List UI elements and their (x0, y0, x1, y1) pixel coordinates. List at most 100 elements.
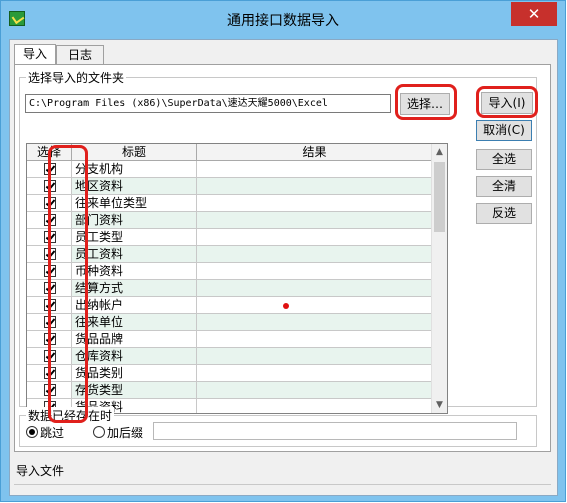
title-cell: 货品品牌 (72, 331, 197, 348)
title-cell: 出纳帐户 (72, 297, 197, 314)
status-bar: 导入文件 (14, 456, 551, 494)
table-row[interactable]: 存货类型 (27, 382, 432, 399)
select-cell (27, 178, 72, 195)
title-cell: 员工资料 (72, 246, 197, 263)
table-row[interactable]: 出纳帐户 (27, 297, 432, 314)
scroll-thumb[interactable] (434, 162, 445, 232)
suffix-input[interactable] (153, 422, 517, 440)
table-row[interactable]: 分支机构 (27, 161, 432, 178)
table-row[interactable]: 员工资料 (27, 246, 432, 263)
column-header-result[interactable]: 结果 (197, 144, 432, 161)
radio-skip[interactable] (26, 426, 38, 438)
row-checkbox[interactable] (44, 214, 56, 226)
result-cell (197, 212, 432, 229)
result-cell (197, 229, 432, 246)
import-items-grid: 选择 标题 结果 分支机构 地区资料 往来单位类型 部门资料 员工类型 员工资料 币种资料结… (26, 143, 448, 414)
radio-add-suffix-label: 加后缀 (107, 426, 144, 440)
select-cell (27, 263, 72, 280)
row-checkbox[interactable] (44, 316, 56, 328)
row-checkbox[interactable] (44, 180, 56, 192)
row-checkbox[interactable] (44, 265, 56, 277)
select-cell (27, 348, 72, 365)
clear-all-button[interactable]: 全清 (476, 176, 532, 197)
title-cell: 结算方式 (72, 280, 197, 297)
column-header-title[interactable]: 标题 (72, 144, 197, 161)
scroll-down-arrow-icon[interactable]: ▼ (432, 397, 447, 413)
tab-log[interactable]: 日志 (56, 45, 104, 65)
result-cell (197, 365, 432, 382)
row-checkbox[interactable] (44, 384, 56, 396)
row-checkbox[interactable] (44, 163, 56, 175)
result-cell (197, 348, 432, 365)
import-button[interactable]: 导入(I) (481, 92, 533, 114)
main-window: 通用接口数据导入 ✕ 导入 日志 选择导入的文件夹 C:\Program Fil… (0, 0, 566, 502)
select-cell (27, 195, 72, 212)
title-cell: 存货类型 (72, 382, 197, 399)
row-checkbox[interactable] (44, 248, 56, 260)
tab-import[interactable]: 导入 (14, 44, 56, 66)
title-cell: 仓库资料 (72, 348, 197, 365)
row-checkbox[interactable] (44, 282, 56, 294)
exists-group-label: 数据已经存在时 (26, 407, 115, 424)
table-row[interactable]: 结算方式 (27, 280, 432, 297)
window-title: 通用接口数据导入 (227, 13, 339, 29)
scroll-up-arrow-icon[interactable]: ▲ (432, 144, 447, 160)
title-cell: 往来单位 (72, 314, 197, 331)
row-checkbox[interactable] (44, 231, 56, 243)
grid-header: 选择 标题 结果 (27, 144, 432, 161)
title-cell: 部门资料 (72, 212, 197, 229)
select-cell (27, 314, 72, 331)
title-cell: 货品类别 (72, 365, 197, 382)
result-cell (197, 195, 432, 212)
title-cell: 币种资料 (72, 263, 197, 280)
select-cell (27, 382, 72, 399)
title-bar[interactable]: 通用接口数据导入 ✕ (1, 1, 565, 37)
select-cell (27, 246, 72, 263)
table-row[interactable]: 货品类别 (27, 365, 432, 382)
status-text: 导入文件 (16, 464, 65, 478)
select-cell (27, 229, 72, 246)
folder-path-input[interactable]: C:\Program Files (x86)\SuperData\速达天耀500… (25, 94, 391, 113)
invert-selection-button[interactable]: 反选 (476, 203, 532, 224)
table-row[interactable]: 币种资料 (27, 263, 432, 280)
title-cell: 地区资料 (72, 178, 197, 195)
radio-add-suffix[interactable] (93, 426, 105, 438)
result-cell (197, 331, 432, 348)
grid-vertical-scrollbar[interactable]: ▲ ▼ (431, 144, 447, 413)
choose-folder-button[interactable]: 选择… (400, 93, 450, 115)
row-checkbox[interactable] (44, 197, 56, 209)
table-row[interactable]: 往来单位类型 (27, 195, 432, 212)
row-checkbox[interactable] (44, 333, 56, 345)
table-row[interactable]: 往来单位 (27, 314, 432, 331)
radio-skip-label: 跳过 (40, 426, 65, 440)
table-row[interactable]: 仓库资料 (27, 348, 432, 365)
result-cell (197, 399, 432, 413)
column-header-select[interactable]: 选择 (27, 144, 72, 161)
select-cell (27, 365, 72, 382)
close-button[interactable]: ✕ (511, 2, 557, 26)
select-cell (27, 297, 72, 314)
cancel-button[interactable]: 取消(C) (476, 120, 532, 141)
row-checkbox[interactable] (44, 299, 56, 311)
table-row[interactable]: 货品品牌 (27, 331, 432, 348)
row-checkbox[interactable] (44, 367, 56, 379)
title-cell: 分支机构 (72, 161, 197, 178)
result-cell (197, 314, 432, 331)
result-cell (197, 297, 432, 314)
folder-group-label: 选择导入的文件夹 (26, 69, 127, 86)
title-cell: 往来单位类型 (72, 195, 197, 212)
table-row[interactable]: 员工类型 (27, 229, 432, 246)
select-all-button[interactable]: 全选 (476, 149, 532, 170)
select-cell (27, 280, 72, 297)
title-cell: 员工类型 (72, 229, 197, 246)
result-cell (197, 280, 432, 297)
result-cell (197, 246, 432, 263)
result-cell (197, 382, 432, 399)
table-row[interactable]: 地区资料 (27, 178, 432, 195)
result-cell (197, 263, 432, 280)
select-cell (27, 212, 72, 229)
row-checkbox[interactable] (44, 350, 56, 362)
table-row[interactable]: 部门资料 (27, 212, 432, 229)
result-cell (197, 178, 432, 195)
select-cell (27, 331, 72, 348)
